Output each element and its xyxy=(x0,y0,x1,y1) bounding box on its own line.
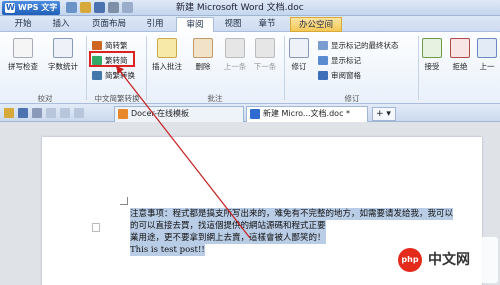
annotation-arrow xyxy=(115,65,251,239)
